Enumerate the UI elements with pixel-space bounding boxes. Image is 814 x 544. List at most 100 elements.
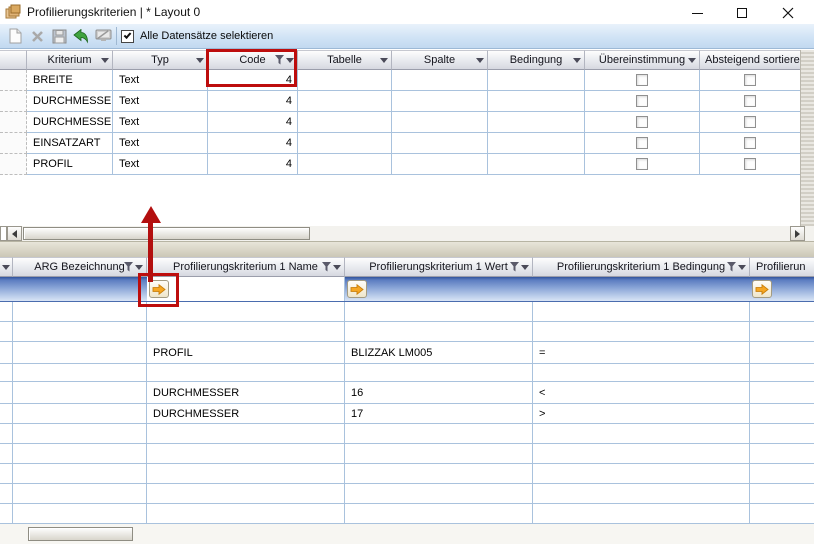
cell-spalte[interactable] xyxy=(392,154,488,174)
cell-uebereinstimmung[interactable] xyxy=(585,70,700,90)
cell-arg[interactable] xyxy=(13,404,147,423)
cell[interactable] xyxy=(750,504,814,523)
checkbox-unchecked[interactable] xyxy=(744,158,756,170)
cell-uebereinstimmung[interactable] xyxy=(585,133,700,153)
cell-bedingung[interactable] xyxy=(533,364,750,381)
minimize-button[interactable] xyxy=(677,0,717,26)
cell[interactable] xyxy=(0,302,13,321)
cell[interactable] xyxy=(0,404,13,423)
table-row[interactable] xyxy=(0,464,814,484)
column-header-arg-bezeichnung[interactable]: ARG Bezeichnung xyxy=(13,257,147,277)
cell[interactable] xyxy=(750,424,814,443)
cell-code[interactable]: 4 xyxy=(208,91,298,111)
checkbox-unchecked[interactable] xyxy=(744,74,756,86)
cell[interactable] xyxy=(0,424,13,443)
cell-code[interactable]: 4 xyxy=(208,154,298,174)
cell-tabelle[interactable] xyxy=(298,91,392,111)
cell-uebereinstimmung[interactable] xyxy=(585,154,700,174)
checkbox-unchecked[interactable] xyxy=(636,158,648,170)
cell-uebereinstimmung[interactable] xyxy=(585,91,700,111)
column-dropdown-icon[interactable] xyxy=(380,58,388,63)
cell-arg[interactable] xyxy=(13,484,147,503)
filter-cell-wert[interactable] xyxy=(345,277,533,301)
table-row[interactable] xyxy=(0,424,814,444)
cell-wert[interactable] xyxy=(345,444,533,463)
cell-spalte[interactable] xyxy=(392,70,488,90)
cell-name[interactable]: DURCHMESSER xyxy=(147,382,345,403)
table-row[interactable]: EINSATZART Text 4 xyxy=(0,133,800,154)
cell-wert[interactable] xyxy=(345,364,533,381)
maximize-button[interactable] xyxy=(722,0,762,26)
cell-uebereinstimmung[interactable] xyxy=(585,112,700,132)
cell-wert[interactable] xyxy=(345,484,533,503)
cell-absteigend[interactable] xyxy=(700,70,800,90)
table-row[interactable]: DURCHMESSER Text 4 xyxy=(0,91,800,112)
cell-bedingung[interactable] xyxy=(533,444,750,463)
cell[interactable] xyxy=(750,404,814,423)
cell-code[interactable]: 4 xyxy=(208,112,298,132)
pane-splitter-band[interactable] xyxy=(0,241,814,257)
cell[interactable] xyxy=(0,382,13,403)
cell-kriterium[interactable]: PROFIL xyxy=(27,154,113,174)
column-header-typ[interactable]: Typ xyxy=(113,50,208,70)
cell-arg[interactable] xyxy=(13,322,147,341)
cell[interactable] xyxy=(0,342,13,363)
cell-typ[interactable]: Text xyxy=(113,70,208,90)
cell[interactable] xyxy=(0,504,13,523)
row-selector[interactable] xyxy=(0,91,27,112)
cell-name[interactable] xyxy=(147,364,345,381)
cell-bedingung[interactable]: > xyxy=(533,404,750,423)
cell[interactable] xyxy=(750,444,814,463)
cell-spalte[interactable] xyxy=(392,112,488,132)
table-row[interactable]: DURCHMESSER 17 > xyxy=(0,404,814,424)
column-header-kriterium2-partial[interactable]: Profilierun xyxy=(750,257,814,277)
cell[interactable] xyxy=(750,484,814,503)
cell-wert[interactable] xyxy=(345,424,533,443)
cell-name[interactable] xyxy=(147,464,345,483)
column-header-kriterium1-wert[interactable]: Profilierungskriterium 1 Wert xyxy=(345,257,533,277)
splitter-handle[interactable] xyxy=(0,226,7,241)
cell-wert[interactable] xyxy=(345,302,533,321)
column-header-bedingung[interactable]: Bedingung xyxy=(488,50,585,70)
filter-funnel-icon[interactable] xyxy=(322,262,331,272)
cell-name[interactable]: PROFIL xyxy=(147,342,345,363)
checkbox-unchecked[interactable] xyxy=(744,116,756,128)
cell-wert[interactable] xyxy=(345,322,533,341)
apply-filter-button[interactable] xyxy=(347,280,367,298)
cell-tabelle[interactable] xyxy=(298,154,392,174)
filter-cell[interactable] xyxy=(0,277,13,301)
table-row[interactable] xyxy=(0,364,814,382)
cell-name[interactable] xyxy=(147,504,345,523)
table-row[interactable] xyxy=(0,504,814,524)
cell[interactable] xyxy=(750,342,814,363)
cell-bedingung[interactable] xyxy=(488,91,585,111)
cell-bedingung[interactable]: = xyxy=(533,342,750,363)
cell-arg[interactable] xyxy=(13,464,147,483)
row-selector[interactable] xyxy=(0,70,27,91)
vertical-scrollbar-track[interactable] xyxy=(800,50,814,226)
cell-bedingung[interactable] xyxy=(488,133,585,153)
cell-kriterium[interactable]: EINSATZART xyxy=(27,133,113,153)
cell-bedingung[interactable] xyxy=(488,112,585,132)
column-dropdown-icon[interactable] xyxy=(196,58,204,63)
filter-funnel-icon[interactable] xyxy=(124,262,133,272)
cell-bedingung[interactable] xyxy=(533,504,750,523)
cell-kriterium[interactable]: DURCHMESSER_ xyxy=(27,112,113,132)
horizontal-scrollbar-bottom[interactable] xyxy=(0,524,814,544)
cell[interactable] xyxy=(750,302,814,321)
close-button[interactable] xyxy=(768,0,808,26)
cell-kriterium[interactable]: BREITE xyxy=(27,70,113,90)
cell-tabelle[interactable] xyxy=(298,70,392,90)
cell-typ[interactable]: Text xyxy=(113,133,208,153)
column-header-expand[interactable] xyxy=(0,257,13,277)
cell-spalte[interactable] xyxy=(392,91,488,111)
header-corner-cell[interactable] xyxy=(0,50,27,70)
column-dropdown-icon[interactable] xyxy=(135,265,143,270)
cell-arg[interactable] xyxy=(13,382,147,403)
scroll-right-button[interactable] xyxy=(790,226,805,241)
cell-code[interactable]: 4 xyxy=(208,133,298,153)
cell-wert[interactable] xyxy=(345,504,533,523)
filter-funnel-icon[interactable] xyxy=(727,262,736,272)
new-record-button[interactable] xyxy=(4,26,26,47)
column-dropdown-icon[interactable] xyxy=(333,265,341,270)
